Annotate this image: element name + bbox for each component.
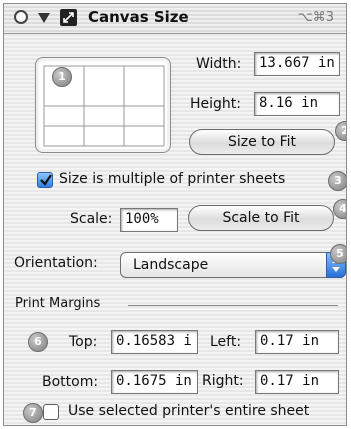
callout-badge-4: 4 bbox=[333, 199, 346, 219]
print-margins-heading: Print Margins bbox=[15, 296, 101, 311]
bottom-margin-label: Bottom: bbox=[42, 374, 99, 390]
bottom-margin-field[interactable]: 0.1675 in bbox=[111, 370, 198, 394]
close-circle-icon[interactable] bbox=[14, 10, 28, 24]
window-title: Canvas Size bbox=[88, 8, 189, 26]
scale-to-fit-button[interactable]: Scale to Fit bbox=[188, 205, 334, 231]
width-field[interactable]: 13.667 in bbox=[254, 52, 340, 76]
orientation-label: Orientation: bbox=[14, 255, 98, 271]
right-margin-field[interactable]: 0.17 in bbox=[255, 370, 339, 394]
entire-sheet-checkbox[interactable] bbox=[43, 404, 59, 420]
scale-label: Scale: bbox=[70, 211, 113, 227]
expand-icon[interactable] bbox=[60, 9, 77, 26]
print-margins-divider bbox=[128, 305, 338, 306]
checkmark-icon bbox=[40, 174, 52, 186]
orientation-selected-value: Landscape bbox=[133, 257, 209, 273]
left-margin-field[interactable]: 0.17 in bbox=[255, 330, 339, 354]
size-to-fit-button[interactable]: Size to Fit bbox=[189, 129, 335, 155]
right-margin-label: Right: bbox=[202, 373, 244, 389]
callout-badge-1: 1 bbox=[52, 67, 72, 87]
callout-badge-5: 5 bbox=[330, 244, 346, 264]
top-margin-field[interactable]: 0.16583 i bbox=[111, 330, 198, 354]
multiple-sheets-checkbox[interactable] bbox=[37, 172, 53, 188]
multiple-sheets-label: Size is multiple of printer sheets bbox=[59, 171, 286, 187]
entire-sheet-label: Use selected printer's entire sheet bbox=[68, 403, 310, 419]
scale-field[interactable]: 100% bbox=[120, 208, 178, 232]
collapse-triangle-icon[interactable] bbox=[38, 13, 50, 23]
callout-badge-6: 6 bbox=[28, 332, 48, 352]
callout-badge-2: 2 bbox=[335, 121, 346, 141]
callout-badge-7: 7 bbox=[23, 403, 43, 423]
title-bar: Canvas Size ⌥⌘3 bbox=[4, 4, 346, 34]
height-field[interactable]: 8.16 in bbox=[254, 92, 340, 116]
left-margin-label: Left: bbox=[210, 334, 242, 350]
orientation-select[interactable]: Landscape bbox=[120, 252, 346, 278]
callout-badge-3: 3 bbox=[328, 171, 346, 191]
top-margin-label: Top: bbox=[69, 334, 98, 350]
keyboard-shortcut: ⌥⌘3 bbox=[297, 10, 334, 25]
width-label: Width: bbox=[196, 56, 242, 72]
height-label: Height: bbox=[190, 96, 241, 112]
canvas-size-panel: Canvas Size ⌥⌘3 1 Width: 13.667 in Heigh… bbox=[3, 3, 347, 426]
